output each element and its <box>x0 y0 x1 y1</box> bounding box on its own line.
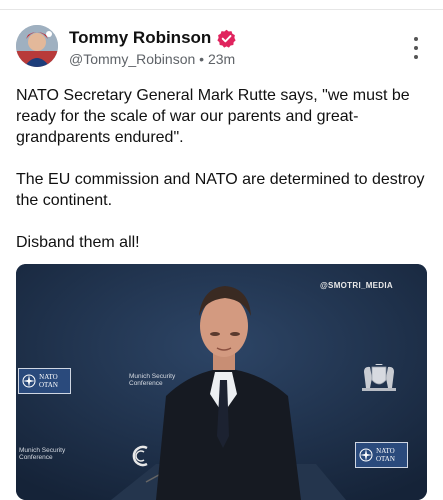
nato-star-icon <box>359 448 373 462</box>
post-body: NATO Secretary General Mark Rutte says, … <box>16 85 426 274</box>
author-name[interactable]: Tommy Robinson <box>69 28 211 48</box>
author-handle[interactable]: @Tommy_Robinson <box>69 51 195 67</box>
otan-label: OTAN <box>376 455 395 463</box>
meta-separator: • <box>199 51 205 67</box>
nato-sign: NATO OTAN <box>355 442 408 468</box>
nato-star-icon <box>22 374 36 388</box>
post-paragraph: NATO Secretary General Mark Rutte says, … <box>16 87 410 146</box>
post-video[interactable]: @SMOTRI_MEDIA NATO OTAN Munich Security … <box>16 264 427 500</box>
avatar[interactable] <box>16 25 58 67</box>
more-options-button[interactable] <box>411 37 421 59</box>
post-card: Tommy Robinson @Tommy_Robinson • 23m NAT… <box>0 10 443 500</box>
post-time: 23m <box>207 51 236 67</box>
verified-badge-icon <box>217 29 236 48</box>
avatar-image <box>16 25 58 67</box>
nato-label: NATO <box>39 373 58 381</box>
nato-sign: NATO OTAN <box>18 368 71 394</box>
msc-sign: Munich Security Conference <box>19 447 66 461</box>
nato-label: NATO <box>376 447 395 455</box>
more-vertical-icon <box>414 37 418 41</box>
post-paragraph: The EU commission and NATO are determine… <box>16 171 425 209</box>
post-paragraph: Disband them all! <box>16 234 140 251</box>
crest-icon <box>362 364 396 391</box>
video-watermark: @SMOTRI_MEDIA <box>319 281 393 290</box>
msc-sign: Munich Security Conference <box>129 373 176 387</box>
otan-label: OTAN <box>39 381 58 389</box>
msc-logo-icon <box>132 445 148 467</box>
author-block: Tommy Robinson @Tommy_Robinson • 23m <box>69 27 236 67</box>
